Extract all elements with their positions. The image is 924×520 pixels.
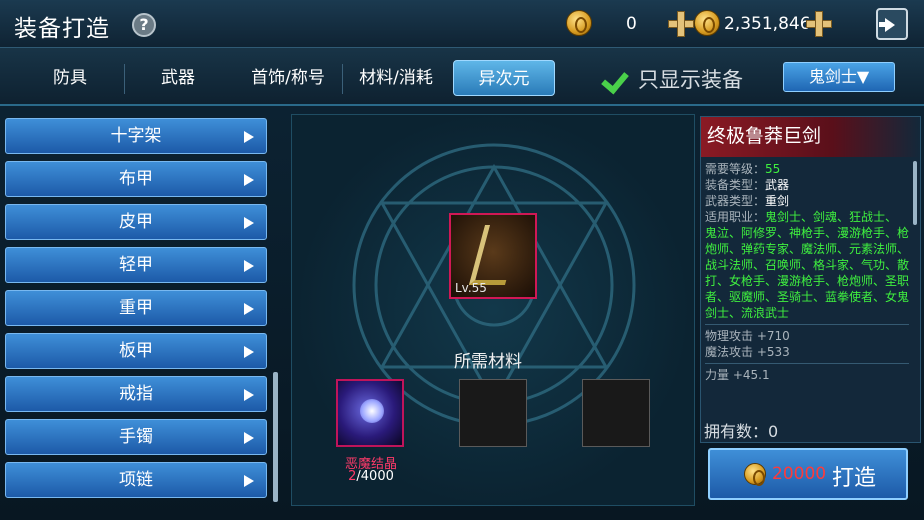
list-scrollbar[interactable] xyxy=(273,372,278,502)
currency-1-value: 0 xyxy=(626,14,637,34)
patk-row: 物理攻击 +710 xyxy=(705,329,790,343)
item-name: 终极鲁莽巨剑 xyxy=(701,117,920,157)
wtype-value: 重剑 xyxy=(765,194,790,208)
required-materials-label: 所需材料 xyxy=(454,352,522,372)
gold-coin-icon xyxy=(694,10,720,36)
divider xyxy=(705,324,909,325)
list-item[interactable]: 项链 xyxy=(5,462,267,498)
crafted-item-slot[interactable]: Lv.55 xyxy=(449,213,537,299)
arrow-right-icon xyxy=(244,389,254,401)
material-need: /4000 xyxy=(356,469,394,484)
empty-material-slot xyxy=(459,379,527,447)
craft-cost: 20000 xyxy=(772,464,827,484)
tab-material[interactable]: 材料/消耗 xyxy=(346,60,446,96)
wtype-label: 武器类型： xyxy=(705,194,766,208)
arrow-right-icon xyxy=(244,260,254,272)
page-title: 装备打造 xyxy=(14,16,110,42)
arrow-right-icon xyxy=(244,217,254,229)
add-currency-1-icon[interactable] xyxy=(668,11,694,37)
jobs-row: 适用职业：鬼剑士、剑魂、狂战士、鬼泣、阿修罗、神枪手、漫游枪手、枪炮师、弹药专家… xyxy=(705,209,909,321)
list-item[interactable]: 戒指 xyxy=(5,376,267,412)
list-item[interactable]: 轻甲 xyxy=(5,247,267,283)
arrow-right-icon xyxy=(244,174,254,186)
checkmark-icon[interactable] xyxy=(603,62,633,90)
category-list: 十字架 布甲 皮甲 轻甲 重甲 板甲 戒指 手镯 项链 xyxy=(0,112,282,512)
show-equipment-only-toggle[interactable]: 只显示装备 xyxy=(638,64,743,94)
crystal-icon xyxy=(360,399,384,423)
tab-armor[interactable]: 防具 xyxy=(20,60,120,96)
tab-weapon[interactable]: 武器 xyxy=(128,60,228,96)
arrow-right-icon xyxy=(244,303,254,315)
list-item[interactable]: 板甲 xyxy=(5,333,267,369)
list-item[interactable]: 手镯 xyxy=(5,419,267,455)
material-slot[interactable] xyxy=(336,379,404,447)
matk-row: 魔法攻击 +533 xyxy=(705,345,790,359)
list-item-label: 轻甲 xyxy=(119,255,153,275)
craft-label: 打造 xyxy=(832,466,877,491)
info-scrollbar[interactable] xyxy=(913,161,917,225)
req-level-value: 55 xyxy=(765,162,781,176)
exit-icon[interactable] xyxy=(876,8,908,40)
list-item-label: 重甲 xyxy=(119,298,153,318)
list-item[interactable]: 重甲 xyxy=(5,290,267,326)
currency-2-value: 2,351,846 xyxy=(724,14,811,34)
req-level-label: 需要等级： xyxy=(705,162,766,176)
item-stats: 需要等级：55 装备类型：武器 武器类型：重剑 适用职业：鬼剑士、剑魂、狂战士、… xyxy=(705,161,909,383)
coin-icon xyxy=(566,10,592,36)
crafting-panel: Lv.55 所需材料 恶魔结晶 2/4000 xyxy=(291,114,695,506)
help-icon[interactable]: ? xyxy=(132,13,156,37)
arrow-right-icon xyxy=(244,131,254,143)
tab-divider xyxy=(342,64,343,94)
str-row: 力量 +45.1 xyxy=(705,368,770,382)
list-item-label: 布甲 xyxy=(119,169,153,189)
list-item[interactable]: 十字架 xyxy=(5,118,267,154)
class-select[interactable]: 鬼剑士▼ xyxy=(783,62,895,92)
tab-accessory[interactable]: 首饰/称号 xyxy=(238,60,338,96)
crafting-screen: 装备打造 ? 0 2,351,846 防具 武器 首饰/称号 材料/消耗 异次元… xyxy=(0,0,924,520)
jobs-label: 适用职业： xyxy=(705,210,766,224)
divider xyxy=(705,363,909,364)
wtype-row: 武器类型：重剑 xyxy=(705,193,909,209)
item-level: Lv.55 xyxy=(455,281,487,295)
type-label: 装备类型： xyxy=(705,178,766,192)
owned-count: 拥有数：0 xyxy=(704,422,779,441)
type-value: 武器 xyxy=(765,178,790,192)
item-info-panel: 终极鲁莽巨剑 需要等级：55 装备类型：武器 武器类型：重剑 适用职业：鬼剑士、… xyxy=(700,116,921,443)
list-item[interactable]: 布甲 xyxy=(5,161,267,197)
list-item-label: 项链 xyxy=(119,470,153,490)
coin-icon xyxy=(744,463,766,486)
list-item-label: 戒指 xyxy=(119,384,153,404)
arrow-right-icon xyxy=(244,475,254,487)
material-count: 2/4000 xyxy=(336,469,406,484)
arrow-right-icon xyxy=(244,432,254,444)
empty-material-slot xyxy=(582,379,650,447)
list-item[interactable]: 皮甲 xyxy=(5,204,267,240)
add-currency-2-icon[interactable] xyxy=(806,11,832,37)
list-item-label: 十字架 xyxy=(110,126,162,146)
list-item-label: 皮甲 xyxy=(119,212,153,232)
tab-dimension[interactable]: 异次元 xyxy=(453,60,555,96)
req-level-row: 需要等级：55 xyxy=(705,161,909,177)
top-bar: 装备打造 ? 0 2,351,846 xyxy=(0,0,924,48)
list-item-label: 手镯 xyxy=(119,427,153,447)
tab-divider xyxy=(124,64,125,94)
jobs-value: 鬼剑士、剑魂、狂战士、鬼泣、阿修罗、神枪手、漫游枪手、枪炮师、弹药专家、魔法师、… xyxy=(705,210,910,320)
arrow-right-icon xyxy=(244,346,254,358)
craft-button[interactable]: 20000 打造 xyxy=(708,448,908,500)
type-row: 装备类型：武器 xyxy=(705,177,909,193)
list-item-label: 板甲 xyxy=(119,341,153,361)
greatsword-icon xyxy=(468,225,522,285)
